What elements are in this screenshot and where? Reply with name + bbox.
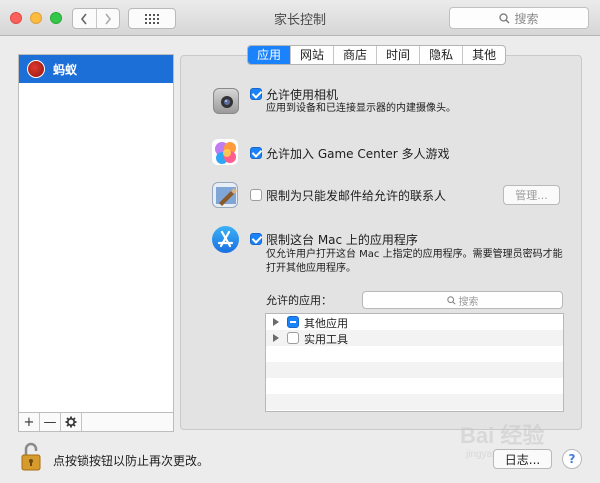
title-bar: 家长控制 搜索: [0, 0, 600, 36]
empty-row: [266, 394, 563, 410]
list-item[interactable]: 其他应用: [266, 314, 563, 330]
allowed-apps-search-placeholder: 搜索: [458, 296, 479, 308]
list-item[interactable]: 实用工具: [266, 330, 563, 346]
user-list[interactable]: 蚂蚁: [18, 54, 174, 413]
game-center-label: 允许加入 Game Center 多人游戏: [266, 147, 450, 161]
user-name: 蚂蚁: [53, 62, 78, 77]
remove-user-button[interactable]: —: [40, 413, 61, 431]
search-field[interactable]: 搜索: [449, 7, 589, 29]
allowed-apps-list[interactable]: 其他应用 实用工具: [265, 313, 564, 412]
tab-time[interactable]: 时间: [376, 46, 419, 64]
app-store-icon: [212, 226, 239, 253]
tab-bar: 应用 网站 商店 时间 隐私 其他: [247, 45, 507, 65]
unlocked-padlock-icon: [21, 442, 41, 471]
game-center-icon: [212, 139, 238, 165]
settings-gear-button[interactable]: [61, 413, 82, 431]
add-user-button[interactable]: +: [19, 413, 40, 431]
tab-websites[interactable]: 网站: [290, 46, 333, 64]
gear-icon: [65, 416, 77, 428]
mail-icon: [212, 182, 238, 208]
lock-hint-text: 点按锁按钮以防止再次更改。: [53, 454, 210, 468]
lock-button[interactable]: [20, 442, 42, 475]
camera-icon: [213, 88, 239, 114]
camera-label: 允许使用相机: [266, 88, 339, 102]
user-list-item[interactable]: 蚂蚁: [19, 55, 173, 83]
camera-description: 应用到设备和已连接显示器的内建摄像头。: [266, 103, 456, 114]
tab-apps[interactable]: 应用: [248, 46, 291, 64]
mail-label: 限制为只能发邮件给允许的联系人: [266, 189, 447, 203]
allowed-apps-search-input[interactable]: 搜索: [362, 291, 563, 309]
tab-other[interactable]: 其他: [462, 46, 505, 64]
tab-privacy[interactable]: 隐私: [419, 46, 462, 64]
limit-apps-checkbox[interactable]: [250, 233, 262, 245]
disclosure-triangle-icon[interactable]: [273, 334, 279, 342]
search-icon: [499, 12, 510, 23]
search-placeholder: 搜索: [514, 11, 539, 26]
svg-text:Bai 经验: Bai 经验: [460, 423, 544, 448]
other-apps-checkbox[interactable]: [287, 316, 299, 328]
empty-row: [266, 378, 563, 394]
tab-stores[interactable]: 商店: [333, 46, 376, 64]
camera-checkbox[interactable]: [250, 88, 262, 100]
allowed-apps-label: 允许的应用：: [266, 294, 332, 307]
empty-row: [266, 346, 563, 362]
limit-apps-label: 限制这台 Mac 上的应用程序: [266, 233, 418, 247]
empty-row: [266, 362, 563, 378]
mail-checkbox[interactable]: [250, 189, 262, 201]
game-center-checkbox[interactable]: [250, 147, 262, 159]
search-icon: [446, 295, 456, 305]
other-apps-label: 其他应用: [304, 317, 348, 330]
help-button[interactable]: ?: [562, 449, 582, 469]
user-list-toolbar: + —: [18, 413, 174, 432]
manage-contacts-button[interactable]: 管理...: [503, 185, 560, 205]
log-button[interactable]: 日志...: [493, 449, 552, 469]
limit-apps-description-line2: 打开其他应用程序。: [266, 263, 356, 274]
utilities-label: 实用工具: [304, 333, 348, 346]
utilities-checkbox[interactable]: [287, 332, 299, 344]
limit-apps-description-line1: 仅允许用户打开这台 Mac 上指定的应用程序。需要管理员密码才能: [266, 249, 563, 260]
user-avatar: [27, 60, 45, 78]
disclosure-triangle-icon[interactable]: [273, 318, 279, 326]
